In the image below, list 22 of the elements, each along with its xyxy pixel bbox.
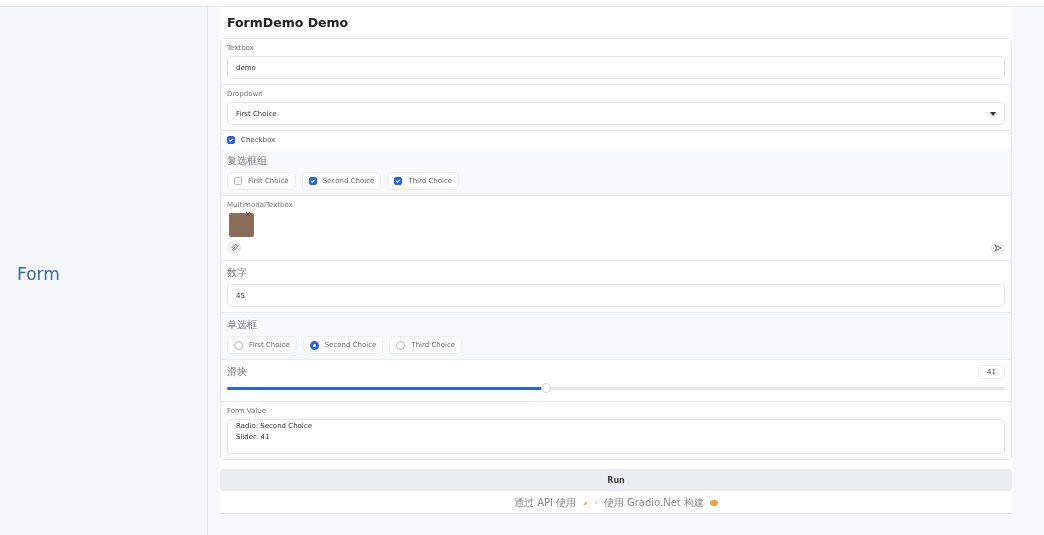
built-with-link[interactable]: 使用 Gradio.Net 构建 [603,496,704,510]
close-icon[interactable] [245,211,251,217]
checkmark-icon [395,178,402,184]
caret-icon [990,111,996,116]
slider-thumb[interactable] [540,383,551,393]
field-label: 滑块 [227,365,247,379]
demo-title: FormDemo Demo [227,15,350,30]
photo-placeholder [229,213,254,237]
field-label: 复选框组 [227,154,268,168]
checkmark-icon [228,137,234,143]
run-button[interactable]: Run [220,469,1012,491]
field-label: 数字 [227,266,248,280]
separator: · [595,498,598,508]
api-link[interactable]: 通过 API 使用 [514,496,577,510]
checkmark-icon [309,178,316,184]
send-icon[interactable] [991,241,1005,255]
checkbox[interactable] [227,136,235,144]
paperclip-icon[interactable] [227,241,241,255]
field-label: 单选框 [227,318,258,332]
logo-icon [709,500,718,506]
row-label: Form [17,264,60,284]
rocket-icon [582,499,590,507]
